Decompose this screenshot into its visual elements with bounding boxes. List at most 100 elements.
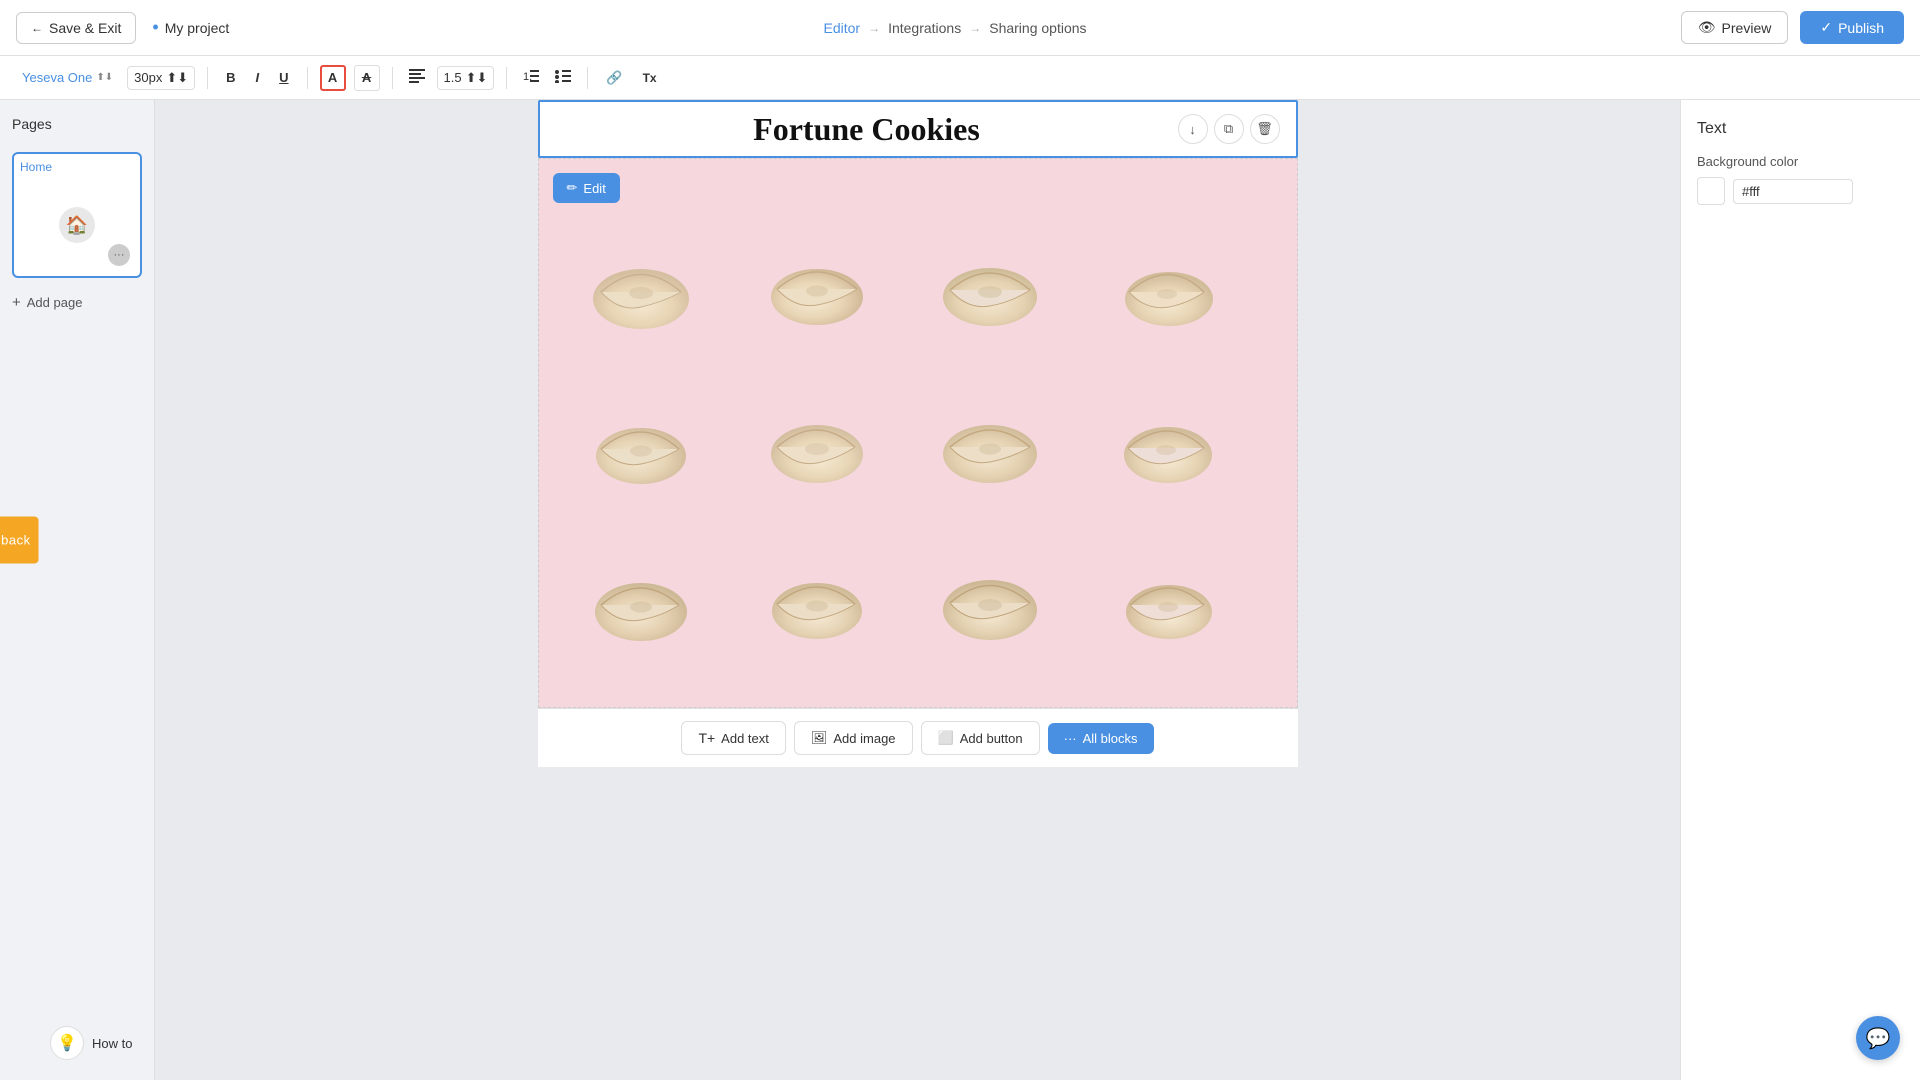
chat-icon: 💬	[1866, 1026, 1891, 1051]
add-button-label: Add button	[960, 731, 1023, 746]
plus-icon: +	[12, 294, 21, 311]
cookie-cell-3	[918, 209, 1093, 365]
fortune-cookie-9	[591, 549, 721, 649]
main-layout: Pages Home 🏠 ··· + Add page Fortune Cook…	[0, 100, 1920, 1080]
sharing-link[interactable]: Sharing options	[989, 20, 1086, 36]
color-row	[1697, 177, 1904, 205]
fortune-cookie-6	[765, 393, 895, 493]
project-name: • My project	[152, 17, 229, 38]
font-size-label: 30px	[134, 70, 162, 85]
align-icon	[409, 69, 425, 83]
fortune-cookie-11	[940, 549, 1070, 649]
move-down-button[interactable]: ↓	[1178, 114, 1208, 144]
right-panel: Text Background color	[1680, 100, 1920, 1080]
cookie-cell-4	[1092, 209, 1267, 365]
lightbulb-icon: 💡	[50, 1026, 84, 1060]
add-image-label: Add image	[833, 731, 895, 746]
integrations-link[interactable]: Integrations	[888, 20, 961, 36]
nav-center: Editor → Integrations → Sharing options	[245, 20, 1665, 36]
edit-image-button[interactable]: ✏ Edit	[553, 173, 620, 203]
font-size-select[interactable]: 30px ⬆⬇	[127, 66, 195, 90]
text-icon: T+	[698, 730, 715, 746]
delete-button[interactable]: 🗑	[1250, 114, 1280, 144]
feedback-tab[interactable]: Feedback	[0, 517, 39, 564]
size-arrows-icon: ⬆⬇	[166, 70, 188, 86]
color-input[interactable]	[1733, 179, 1853, 204]
save-exit-label: Save & Exit	[49, 20, 121, 36]
button-icon: ⬜	[938, 730, 954, 746]
line-height-label: 1.5	[444, 70, 462, 85]
add-image-button[interactable]: 🖼 Add image	[794, 721, 913, 755]
project-name-label: My project	[165, 20, 230, 36]
add-button-button[interactable]: ⬜ Add button	[921, 721, 1040, 755]
editor-link[interactable]: Editor	[823, 20, 860, 36]
home-thumb-img: 🏠 ···	[20, 180, 134, 270]
home-icon: 🏠	[59, 207, 95, 243]
publish-button[interactable]: ✓ Publish	[1800, 11, 1904, 44]
sidebar: Pages Home 🏠 ··· + Add page	[0, 100, 155, 1080]
link-button[interactable]: 🔗	[600, 66, 628, 90]
font-family-label: Yeseva One	[22, 70, 92, 85]
home-page-thumb[interactable]: Home 🏠 ···	[12, 152, 142, 278]
text-color2-label: A	[362, 70, 371, 85]
all-blocks-button[interactable]: ··· All blocks	[1048, 723, 1154, 754]
canvas-wrapper: Fortune Cookies ↓ ⧉ 🗑 ✏ Edit	[538, 100, 1298, 767]
pages-title: Pages	[12, 116, 142, 132]
canvas-area: Fortune Cookies ↓ ⧉ 🗑 ✏ Edit	[155, 100, 1680, 1080]
how-to-area[interactable]: 💡 How to	[50, 1026, 132, 1060]
text-color-button[interactable]: A	[320, 65, 346, 91]
how-to-label: How to	[92, 1036, 132, 1051]
cookie-cell-6	[743, 365, 918, 521]
cookie-grid	[539, 159, 1297, 707]
unordered-list-icon	[555, 69, 571, 83]
color-swatch[interactable]	[1697, 177, 1725, 205]
divider-1	[207, 67, 208, 89]
add-page-button[interactable]: + Add page	[12, 290, 142, 315]
add-text-button[interactable]: T+ Add text	[681, 721, 785, 755]
add-blocks-bar: T+ Add text 🖼 Add image ⬜ Add button ···…	[538, 708, 1298, 767]
all-blocks-label: All blocks	[1083, 731, 1138, 746]
title-actions: ↓ ⧉ 🗑	[1178, 114, 1280, 144]
bold-button[interactable]: B	[220, 66, 241, 89]
pencil-icon: ✏	[567, 180, 578, 196]
unordered-list-button[interactable]	[551, 65, 575, 90]
fortune-cookie-2	[765, 237, 895, 337]
cookie-cell-2	[743, 209, 918, 365]
fortune-cookie-5	[591, 393, 721, 493]
align-button[interactable]	[405, 65, 429, 90]
preview-button[interactable]: 👁 Preview	[1681, 11, 1789, 44]
page-title[interactable]: Fortune Cookies	[556, 111, 1178, 148]
edit-label: Edit	[583, 181, 605, 196]
ordered-list-button[interactable]: 1.	[519, 65, 543, 90]
preview-label: Preview	[1722, 20, 1772, 36]
line-height-select[interactable]: 1.5 ⬆⬇	[437, 66, 495, 90]
ordered-list-icon: 1.	[523, 69, 539, 83]
duplicate-button[interactable]: ⧉	[1214, 114, 1244, 144]
cookie-cell-11	[918, 521, 1093, 677]
panel-title: Text	[1697, 120, 1904, 138]
page-more-button[interactable]: ···	[108, 244, 130, 266]
lh-arrows-icon: ⬆⬇	[466, 70, 488, 86]
more-format-button[interactable]: Tx	[637, 67, 663, 89]
check-icon: ✓	[1820, 19, 1832, 36]
home-label: Home	[20, 160, 134, 174]
italic-button[interactable]: I	[250, 66, 266, 89]
dots-icon: ···	[1064, 731, 1077, 746]
fortune-cookie-7	[940, 393, 1070, 493]
fortune-cookie-12	[1114, 549, 1244, 649]
save-exit-button[interactable]: ← Save & Exit	[16, 12, 136, 44]
nav-arrow-2: →	[969, 21, 981, 35]
fortune-cookie-3	[940, 237, 1070, 337]
underline-button[interactable]: U	[273, 66, 294, 89]
nav-arrow-1: →	[868, 21, 880, 35]
text-color2-button[interactable]: A	[354, 65, 380, 91]
cookie-cell-10	[743, 521, 918, 677]
font-family-select[interactable]: Yeseva One ⬆⬇	[16, 67, 119, 88]
cookie-cell-12	[1092, 521, 1267, 677]
back-arrow-icon: ←	[31, 21, 43, 35]
divider-5	[587, 67, 588, 89]
title-block[interactable]: Fortune Cookies ↓ ⧉ 🗑	[538, 100, 1298, 158]
text-toolbar: Yeseva One ⬆⬇ 30px ⬆⬇ B I U A A 1.5 ⬆⬇ 1…	[0, 56, 1920, 100]
image-icon: 🖼	[811, 730, 828, 746]
chat-bubble-button[interactable]: 💬	[1856, 1016, 1900, 1060]
